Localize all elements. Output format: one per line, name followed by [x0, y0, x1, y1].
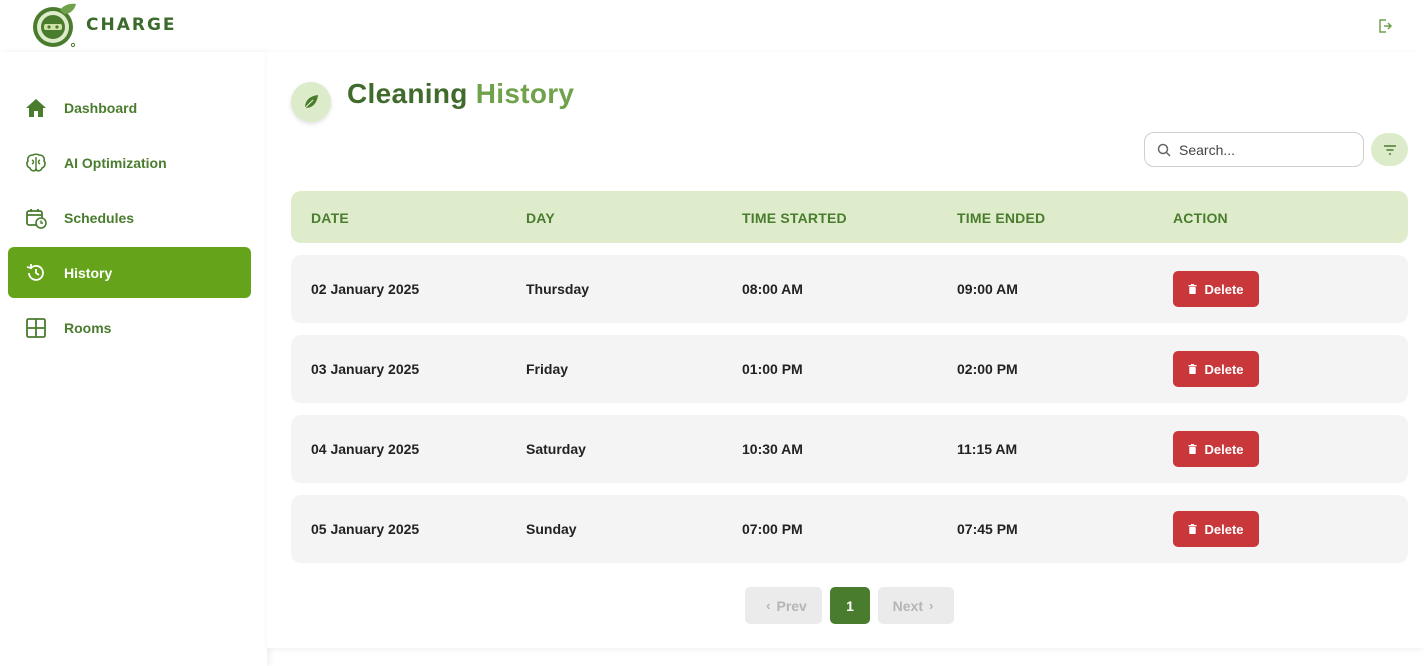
chevron-right-icon: › — [929, 598, 934, 613]
cell-day: Saturday — [526, 441, 586, 457]
page-title: Cleaning History — [347, 78, 574, 110]
page-number-button[interactable]: 1 — [830, 587, 870, 624]
sidebar-item-label: Schedules — [64, 209, 135, 226]
cell-day: Sunday — [526, 521, 577, 537]
column-header-time-started: TIME STARTED — [742, 210, 847, 226]
sidebar-item-rooms[interactable]: Rooms — [8, 302, 251, 353]
table-row: 03 January 2025 Friday 01:00 PM 02:00 PM… — [291, 335, 1408, 403]
trash-icon — [1188, 284, 1197, 294]
home-icon — [24, 96, 48, 120]
delete-label: Delete — [1204, 361, 1244, 377]
delete-label: Delete — [1204, 521, 1244, 537]
sidebar-item-label: AI Optimization — [64, 154, 167, 171]
table-row: 04 January 2025 Saturday 10:30 AM 11:15 … — [291, 415, 1408, 483]
sidebar-item-label: History — [64, 264, 113, 281]
cell-date: 04 January 2025 — [311, 441, 420, 457]
sidebar-item-label: Dashboard — [64, 99, 138, 116]
table-row: 02 January 2025 Thursday 08:00 AM 09:00 … — [291, 255, 1408, 323]
column-header-time-ended: TIME ENDED — [957, 210, 1046, 226]
prev-page-button[interactable]: ‹ Prev — [745, 587, 822, 624]
cell-date: 03 January 2025 — [311, 361, 420, 377]
main-content: Cleaning History DATE DAY TIME STARTED T… — [267, 52, 1424, 648]
column-header-action: ACTION — [1173, 210, 1228, 226]
top-bar: CHARGE — [0, 0, 1424, 52]
cell-time-ended: 07:45 PM — [957, 521, 1018, 537]
sidebar-item-label: Rooms — [64, 319, 112, 336]
page-title-part1: Cleaning — [347, 78, 468, 109]
cell-time-started: 01:00 PM — [742, 361, 803, 377]
cell-time-started: 07:00 PM — [742, 521, 803, 537]
table-row: 05 January 2025 Sunday 07:00 PM 07:45 PM… — [291, 495, 1408, 563]
column-header-day: DAY — [526, 210, 555, 226]
filter-button[interactable] — [1371, 133, 1408, 166]
delete-label: Delete — [1204, 441, 1244, 457]
leaf-icon — [291, 82, 331, 122]
cell-time-started: 10:30 AM — [742, 441, 803, 457]
next-page-button[interactable]: Next › — [878, 587, 954, 624]
page-title-part2: History — [475, 78, 575, 109]
cell-time-ended: 09:00 AM — [957, 281, 1018, 297]
brand-logo[interactable]: CHARGE — [30, 0, 177, 50]
delete-button[interactable]: Delete — [1173, 431, 1259, 467]
cell-date: 02 January 2025 — [311, 281, 420, 297]
sidebar: Dashboard AI Optimization Schedules Hist… — [0, 52, 267, 666]
search-input[interactable] — [1179, 141, 1349, 158]
sidebar-item-ai-optimization[interactable]: AI Optimization — [8, 137, 251, 188]
cell-time-ended: 11:15 AM — [957, 441, 1018, 457]
cell-day: Friday — [526, 361, 569, 377]
sidebar-item-schedules[interactable]: Schedules — [8, 192, 251, 243]
cell-time-started: 08:00 AM — [742, 281, 803, 297]
column-header-date: DATE — [311, 210, 349, 226]
filter-icon — [1383, 144, 1396, 155]
trash-icon — [1188, 364, 1197, 374]
brain-icon — [24, 151, 48, 175]
prev-label: Prev — [776, 597, 807, 614]
grid-icon — [24, 316, 48, 340]
trash-icon — [1188, 524, 1197, 534]
search-box[interactable] — [1144, 132, 1364, 167]
calendar-clock-icon — [24, 206, 48, 230]
chevron-left-icon: ‹ — [766, 598, 771, 613]
brand-name: CHARGE — [86, 15, 177, 35]
table-header: DATE DAY TIME STARTED TIME ENDED ACTION — [291, 191, 1408, 243]
trash-icon — [1188, 444, 1197, 454]
delete-button[interactable]: Delete — [1173, 271, 1259, 307]
search-icon — [1157, 143, 1171, 157]
sidebar-item-history[interactable]: History — [8, 247, 251, 298]
cell-day: Thursday — [526, 281, 590, 297]
delete-label: Delete — [1204, 281, 1244, 297]
delete-button[interactable]: Delete — [1173, 511, 1259, 547]
cell-date: 05 January 2025 — [311, 521, 420, 537]
logout-icon[interactable] — [1377, 18, 1393, 34]
sidebar-item-dashboard[interactable]: Dashboard — [8, 82, 251, 133]
delete-button[interactable]: Delete — [1173, 351, 1259, 387]
history-icon — [24, 261, 48, 285]
next-label: Next — [892, 597, 923, 614]
logo-icon — [33, 3, 76, 48]
cell-time-ended: 02:00 PM — [957, 361, 1018, 377]
